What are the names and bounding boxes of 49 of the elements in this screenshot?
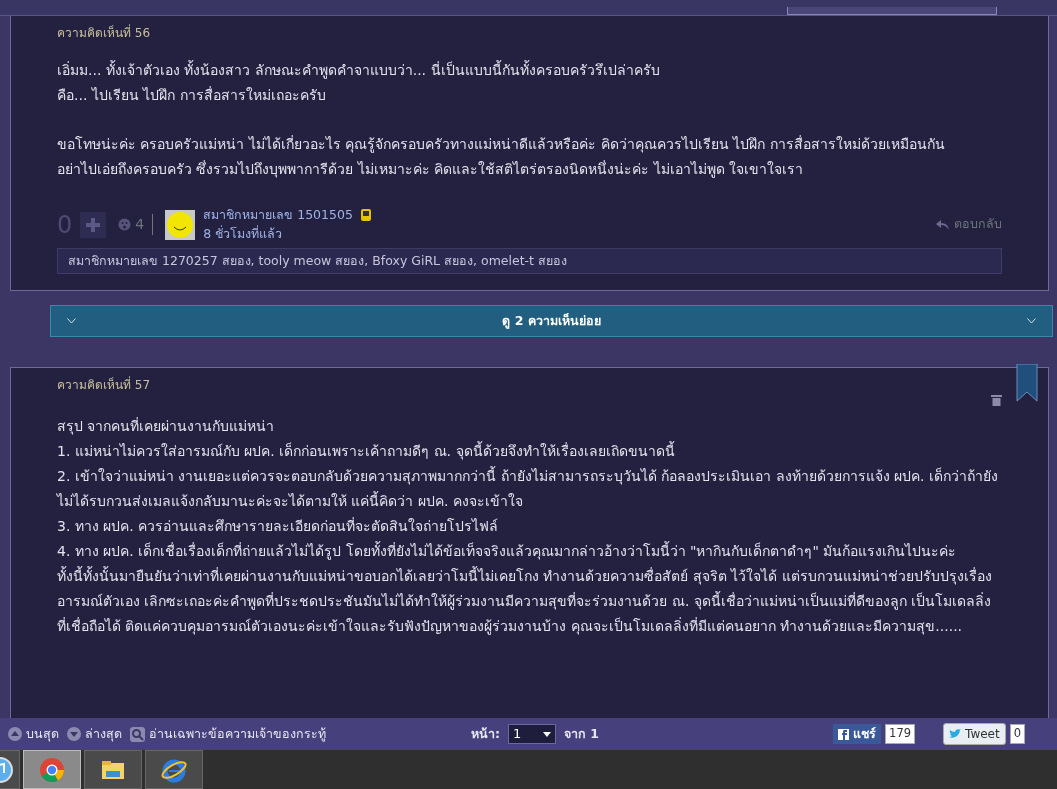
comment-text: สรุป จากคนที่เคยผ่านงานกับแม่หน่า [57, 416, 276, 437]
plus-button[interactable] [80, 211, 107, 238]
tweet-button[interactable]: Tweet [943, 723, 1006, 745]
emotion-icon[interactable] [118, 218, 132, 232]
taskbar-button[interactable] [145, 750, 203, 789]
bookmark-icon[interactable] [1016, 364, 1038, 403]
comment-number: ความคิดเห็นที่ 57 [57, 375, 152, 395]
comment-text: 1. แม่หน่าไม่ควรใส่อารมณ์กับ ผปค. เด็กก่อนเพราะเค้าถามดีๆ ณ. จุดนี้ด้วยจึงทำให้เรื่องเลยเถิดขนาดนี้ [57, 440, 676, 462]
magnifier-icon[interactable] [130, 726, 145, 742]
share-count: 179 [885, 724, 916, 744]
emotion-count: 4 [135, 215, 145, 235]
facebook-share-button[interactable]: แชร์ [833, 723, 882, 745]
phone-icon [360, 209, 371, 222]
tweet-count: 0 [1009, 724, 1025, 744]
chevron-icon [1027, 318, 1036, 325]
comment-number: ความคิดเห็นที่ 56 [57, 23, 152, 42]
expand-replies-bar[interactable]: ดู 2 ความเห็นย่อย [50, 305, 1053, 338]
reactions-bar: สมาชิกหมายเลข 1270257 สยอง, tooly meow สยอง, Bfoxy GiRL สยอง, omelet-t สยอง [57, 247, 1002, 275]
comment-text: คือ... ไปเรียน ไปฝึก การสื่อสารใหม่เถอะครับ [57, 85, 327, 105]
comment-text: อย่าไปเอ่ยถึงครอบครัว ซึ่งรวมไปถึงบุพพาการีด้วย ไม่เหมาะค่ะ คิดและใช้สติไตร่ตรองนิดหนึ่งน่ะค่ะ ไม่เอาไม่พูด ใจเขาใจเรา [57, 159, 805, 180]
comment-text: ทั้งนี้ทั้งนั้นมายืนยันว่าเท่าที่เคยผ่านงานกับแม่หน่าขอบอกได้เลยว่าโมนี้ไม่เคยโกง ทำงานด้วยความซื่อสัตย์ สุจริต ไว้ใจได้ แต่รบกวนแม่หน่าช่วยปรับปรุงเรื่องอารมณ์ตัวเอง เลิกซะเถอะค่ะคำพูดที่ประชดประชันมันไม่ได้ทำให้ผู้ร่วมงานมีความสุขที่จะร่วมงานด้วย ณ. จุดนี้เชื่อว่าแม่หน่าเป็นแม่ที่ดีของลูก เป็นโมเดลลิ่งที่เชื่อถือได้ ติดแค่ควบคุมอารมณ์ตัวเองนะค่ะเข้าใจและรับฟังปัญหาของผู้ร่วมงานบ้าง คุณจะเป็นโมเดลลิ่งที่มีแต่คนอยาก ทำงานด้วยและมีความสุข...... [57, 565, 993, 637]
reply-icon[interactable] [936, 219, 950, 230]
plus-icon [86, 217, 101, 232]
vote-count: 0 [57, 209, 73, 241]
page-total: จาก 1 [564, 724, 600, 743]
comment-text: 4. ทาง ผปค. เด็กเชื่อเรื่องเด็กที่ถ่ายแล้วไม่ได้รูป โดยทั้งที่ยังไม่ได้ข้อเท็จจริงแล้วคุณมากล่าวอ้างว่าโมนี้ว่า "หากินกับเด็กตาดำๆ" มันก้อแรงเกินไปนะค่ะ [57, 540, 958, 562]
delete-icon[interactable] [991, 394, 1002, 407]
scroll-up-icon[interactable] [8, 727, 22, 741]
top-link[interactable]: บนสุด [26, 724, 59, 744]
facebook-icon [838, 728, 850, 740]
comment-text: 3. ทาง ผปค. ควรอ่านและศึกษารายละเอียดก่อนที่จะตัดสินใจถ่ายโปรไฟล์ [57, 516, 500, 537]
bottom-link[interactable]: ล่างสุด [85, 724, 122, 744]
page-label: หน้า: [471, 724, 500, 743]
search-field[interactable] [787, 7, 997, 15]
comment-text: 2. เข้าใจว่าแม่หน่า งานเยอะแต่ควรจะตอบกลับด้วยความสุภาพมากกว่านี้ ถ้ายังไม่สามารถระบุวันได้ ก้อลองประเมินเอา ลงท้ายด้วยการแจ้ง ผปค. เด็กว่าถ้ายังไม่ได้รบกวนส่งเมลแจ้งกลับมานะค่ะจะได้ตามให้ แค่นี้คิดว่า ผปค. คงจะเข้าใจ [57, 465, 998, 512]
page-select[interactable]: 1 [508, 724, 556, 744]
post-time: 8 ชั่วโมงที่แล้ว [203, 224, 284, 243]
bird-icon [949, 729, 962, 739]
expand-label: ดู 2 ความเห็นย่อย [502, 311, 601, 331]
comment-text: ขอโทษน่ะค่ะ ครอบครัวแม่หน่า ไม่ได้เกี่ยวอะไร คุณรู้จักครอบครัวทางแม่หน่าดีแล้วหรือค่ะ คิดว่าคุณควรไปเรียน ไปฝึก การสื่อสารใหม่ด้วยเหมือนกัน [57, 134, 946, 155]
browser-icon [39, 756, 65, 783]
avatar[interactable] [165, 209, 196, 240]
comment-text: เอิ่มม... ทั้งเจ้าตัวเอง ทั้งน้องสาว ลักษณะคำพูดคำจาแบบว่า... นี่เป็นแบบนี้กันทั้งครอบครัวรึเปล่าครับ [57, 59, 661, 81]
owner-only-link[interactable]: อ่านเฉพาะข้อความเจ้าของกระทู้ [149, 724, 326, 744]
scroll-down-icon[interactable] [67, 727, 81, 741]
member-link[interactable]: สมาชิกหมายเลข 1501505 [203, 206, 353, 225]
taskbar-button[interactable] [84, 750, 142, 789]
chevron-icon [67, 318, 76, 325]
dropdown-arrow-icon [543, 731, 551, 737]
